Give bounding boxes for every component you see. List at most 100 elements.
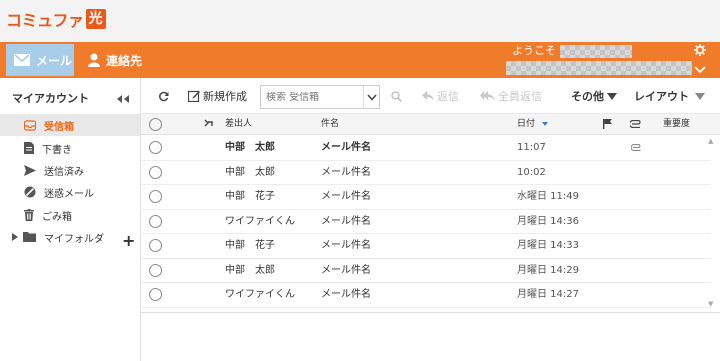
- message-row[interactable]: ワイファイくん メール件名 月曜日 14:36: [141, 210, 711, 234]
- sender-column-header[interactable]: 差出人: [225, 114, 252, 135]
- sidebar-item-sent[interactable]: 送信済み: [0, 159, 140, 181]
- row-date: 10:02: [517, 166, 546, 178]
- layout-menu-label: レイアウト: [634, 90, 689, 103]
- select-all-checkbox[interactable]: [149, 118, 162, 131]
- search-box[interactable]: [260, 85, 380, 109]
- sidebar-item-label: 迷惑メール: [44, 188, 94, 200]
- search-scope-dropdown[interactable]: [363, 86, 379, 108]
- row-select-checkbox[interactable]: [149, 239, 162, 252]
- row-subject: メール件名: [321, 289, 371, 300]
- row-sender: 中部 花子: [225, 240, 275, 251]
- subject-column-header[interactable]: 件名: [321, 114, 339, 135]
- row-select-checkbox[interactable]: [149, 288, 162, 301]
- sidebar-item-trash[interactable]: ごみ箱: [0, 204, 140, 226]
- message-row[interactable]: ワイファイくん メール件名 月曜日 14:27: [141, 283, 711, 308]
- row-sender: ワイファイくん: [225, 289, 295, 300]
- sidebar-item-my-folder[interactable]: マイフォルダ: [0, 226, 140, 248]
- logo-box: 光: [85, 9, 106, 29]
- message-row[interactable]: 中部 太郎 メール件名 月曜日 14:29: [141, 259, 711, 283]
- refresh-icon: [159, 91, 169, 101]
- sidebar-item-drafts[interactable]: 下書き: [0, 137, 140, 159]
- expand-triangle-icon[interactable]: [12, 233, 18, 241]
- reply-button[interactable]: 返信: [422, 78, 459, 114]
- reply-label: 返信: [437, 90, 459, 103]
- paperclip-icon: [628, 119, 641, 128]
- message-row[interactable]: 中部 太郎 メール件名 11:07: [141, 136, 711, 161]
- row-date: 月曜日 14:29: [517, 264, 579, 276]
- reply-all-button[interactable]: 全員返信: [480, 78, 542, 114]
- person-icon: [88, 53, 100, 67]
- scroll-down-arrow-icon[interactable]: ▼: [708, 300, 713, 308]
- row-date: 月曜日 14:27: [517, 289, 579, 300]
- row-select-checkbox[interactable]: [149, 190, 162, 203]
- logo-bar: [0, 0, 720, 42]
- row-select-checkbox[interactable]: [149, 214, 162, 228]
- caret-down-icon: [607, 92, 617, 100]
- search-input[interactable]: [261, 91, 363, 103]
- add-folder-button[interactable]: +: [122, 231, 135, 250]
- thread-icon[interactable]: [204, 114, 213, 135]
- attachment-column-header[interactable]: [628, 114, 642, 135]
- collapse-sidebar-icon[interactable]: [116, 89, 130, 108]
- date-column-header[interactable]: 日付: [517, 114, 548, 135]
- scroll-up-arrow-icon[interactable]: ▲: [708, 137, 713, 145]
- caret-down-icon: [695, 92, 705, 100]
- reply-all-label: 全員返信: [498, 90, 542, 103]
- inbox-icon: [24, 119, 36, 131]
- brand-logo[interactable]: コミュファ 光: [6, 8, 106, 30]
- magnifier-icon: [391, 90, 402, 102]
- layout-menu-button[interactable]: レイアウト: [634, 78, 705, 114]
- attachment-icon: [630, 136, 642, 160]
- other-menu-button[interactable]: その他: [571, 78, 617, 114]
- row-date: 11:07: [517, 142, 546, 153]
- row-sender: 中部 太郎: [225, 264, 275, 276]
- reply-icon: [422, 91, 434, 101]
- account-chevron-down-icon[interactable]: [694, 60, 706, 79]
- new-mail-button[interactable]: 新規作成: [188, 78, 247, 114]
- trash-icon: [24, 209, 34, 221]
- list-bottom-divider: [141, 312, 720, 313]
- folder-icon: [23, 232, 36, 242]
- settings-gear-icon[interactable]: [694, 44, 706, 59]
- row-subject: メール件名: [321, 191, 371, 202]
- other-menu-label: その他: [571, 90, 604, 103]
- welcome-text: ようこそ: [512, 44, 556, 57]
- search-button[interactable]: [391, 78, 402, 114]
- tab-contacts[interactable]: 連絡先: [88, 44, 142, 76]
- sidebar-item-label: 受信箱: [44, 121, 74, 133]
- row-subject: メール件名: [321, 142, 371, 153]
- sidebar-item-label: マイフォルダ: [44, 233, 104, 245]
- row-sender: 中部 太郎: [225, 166, 275, 178]
- message-list-header: 差出人 件名 日付 重要度: [141, 114, 720, 135]
- sidebar-item-label: 下書き: [42, 144, 72, 156]
- importance-column-header[interactable]: 重要度: [663, 114, 690, 135]
- new-mail-label: 新規作成: [203, 90, 247, 103]
- draft-icon: [24, 142, 34, 154]
- message-row[interactable]: 中部 太郎 メール件名 10:02: [141, 161, 711, 185]
- sidebar-item-inbox[interactable]: 受信箱: [0, 114, 140, 136]
- message-row[interactable]: 中部 花子 メール件名 月曜日 14:33: [141, 234, 711, 259]
- account-placeholder: [506, 61, 692, 75]
- row-sender: 中部 太郎: [225, 142, 275, 153]
- username-placeholder: [560, 45, 632, 58]
- sort-desc-icon: [541, 121, 548, 126]
- sidebar-item-label: 送信済み: [44, 166, 84, 178]
- spam-icon: [24, 186, 36, 198]
- row-subject: メール件名: [321, 215, 371, 227]
- row-subject: メール件名: [321, 264, 371, 276]
- flag-column-header[interactable]: [603, 114, 612, 135]
- tab-contacts-label: 連絡先: [106, 53, 143, 68]
- row-select-checkbox[interactable]: [149, 165, 162, 179]
- reply-all-icon: [480, 91, 495, 101]
- refresh-button[interactable]: [158, 78, 169, 114]
- tab-mail[interactable]: メール: [6, 44, 74, 76]
- row-select-checkbox[interactable]: [149, 263, 162, 277]
- compose-icon: [188, 90, 200, 102]
- row-subject: メール件名: [321, 240, 371, 251]
- sent-icon: [24, 164, 36, 176]
- tab-mail-label: メール: [36, 53, 73, 68]
- sidebar-item-spam[interactable]: 迷惑メール: [0, 181, 140, 203]
- row-select-checkbox[interactable]: [149, 141, 162, 154]
- message-row[interactable]: 中部 花子 メール件名 水曜日 11:49: [141, 185, 711, 210]
- chevron-down-icon: [366, 94, 377, 101]
